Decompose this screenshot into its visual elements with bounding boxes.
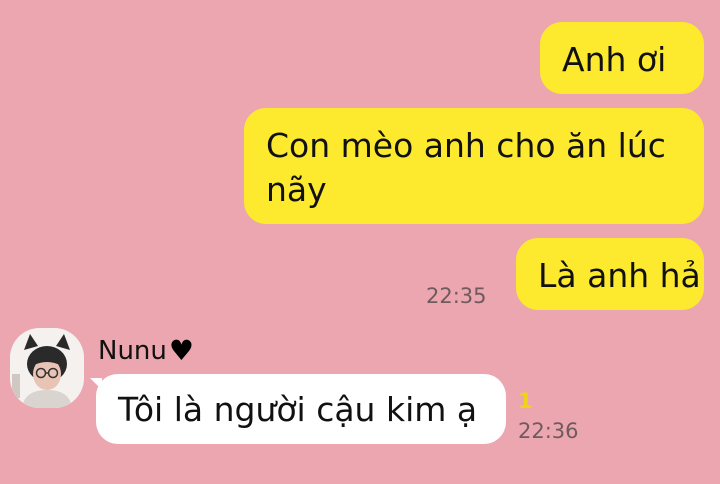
profile-avatar-icon[interactable] [10,328,84,408]
outgoing-message-bubble[interactable]: Con mèo anh cho ăn lúc nãy [244,108,704,224]
message-text: Là anh hả [538,256,701,295]
sender-name: Nunu♥ [98,334,194,367]
unread-count: 1 [518,389,533,413]
black-heart-icon: ♥ [168,334,194,367]
message-timestamp: 22:36 [518,419,579,443]
outgoing-message-bubble[interactable]: Anh ơi [540,22,704,94]
message-text: Tôi là người cậu kim ạ [118,390,478,429]
message-timestamp: 22:35 [426,284,487,308]
incoming-message-bubble[interactable]: Tôi là người cậu kim ạ [96,374,506,444]
chat-area: Anh ơi Con mèo anh cho ăn lúc nãy 22:35 … [0,0,720,484]
message-text: Anh ơi [562,40,667,79]
sender-name-text: Nunu [98,336,167,366]
outgoing-message-bubble[interactable]: Là anh hả [516,238,704,310]
message-text: Con mèo anh cho ăn lúc nãy [266,126,666,209]
